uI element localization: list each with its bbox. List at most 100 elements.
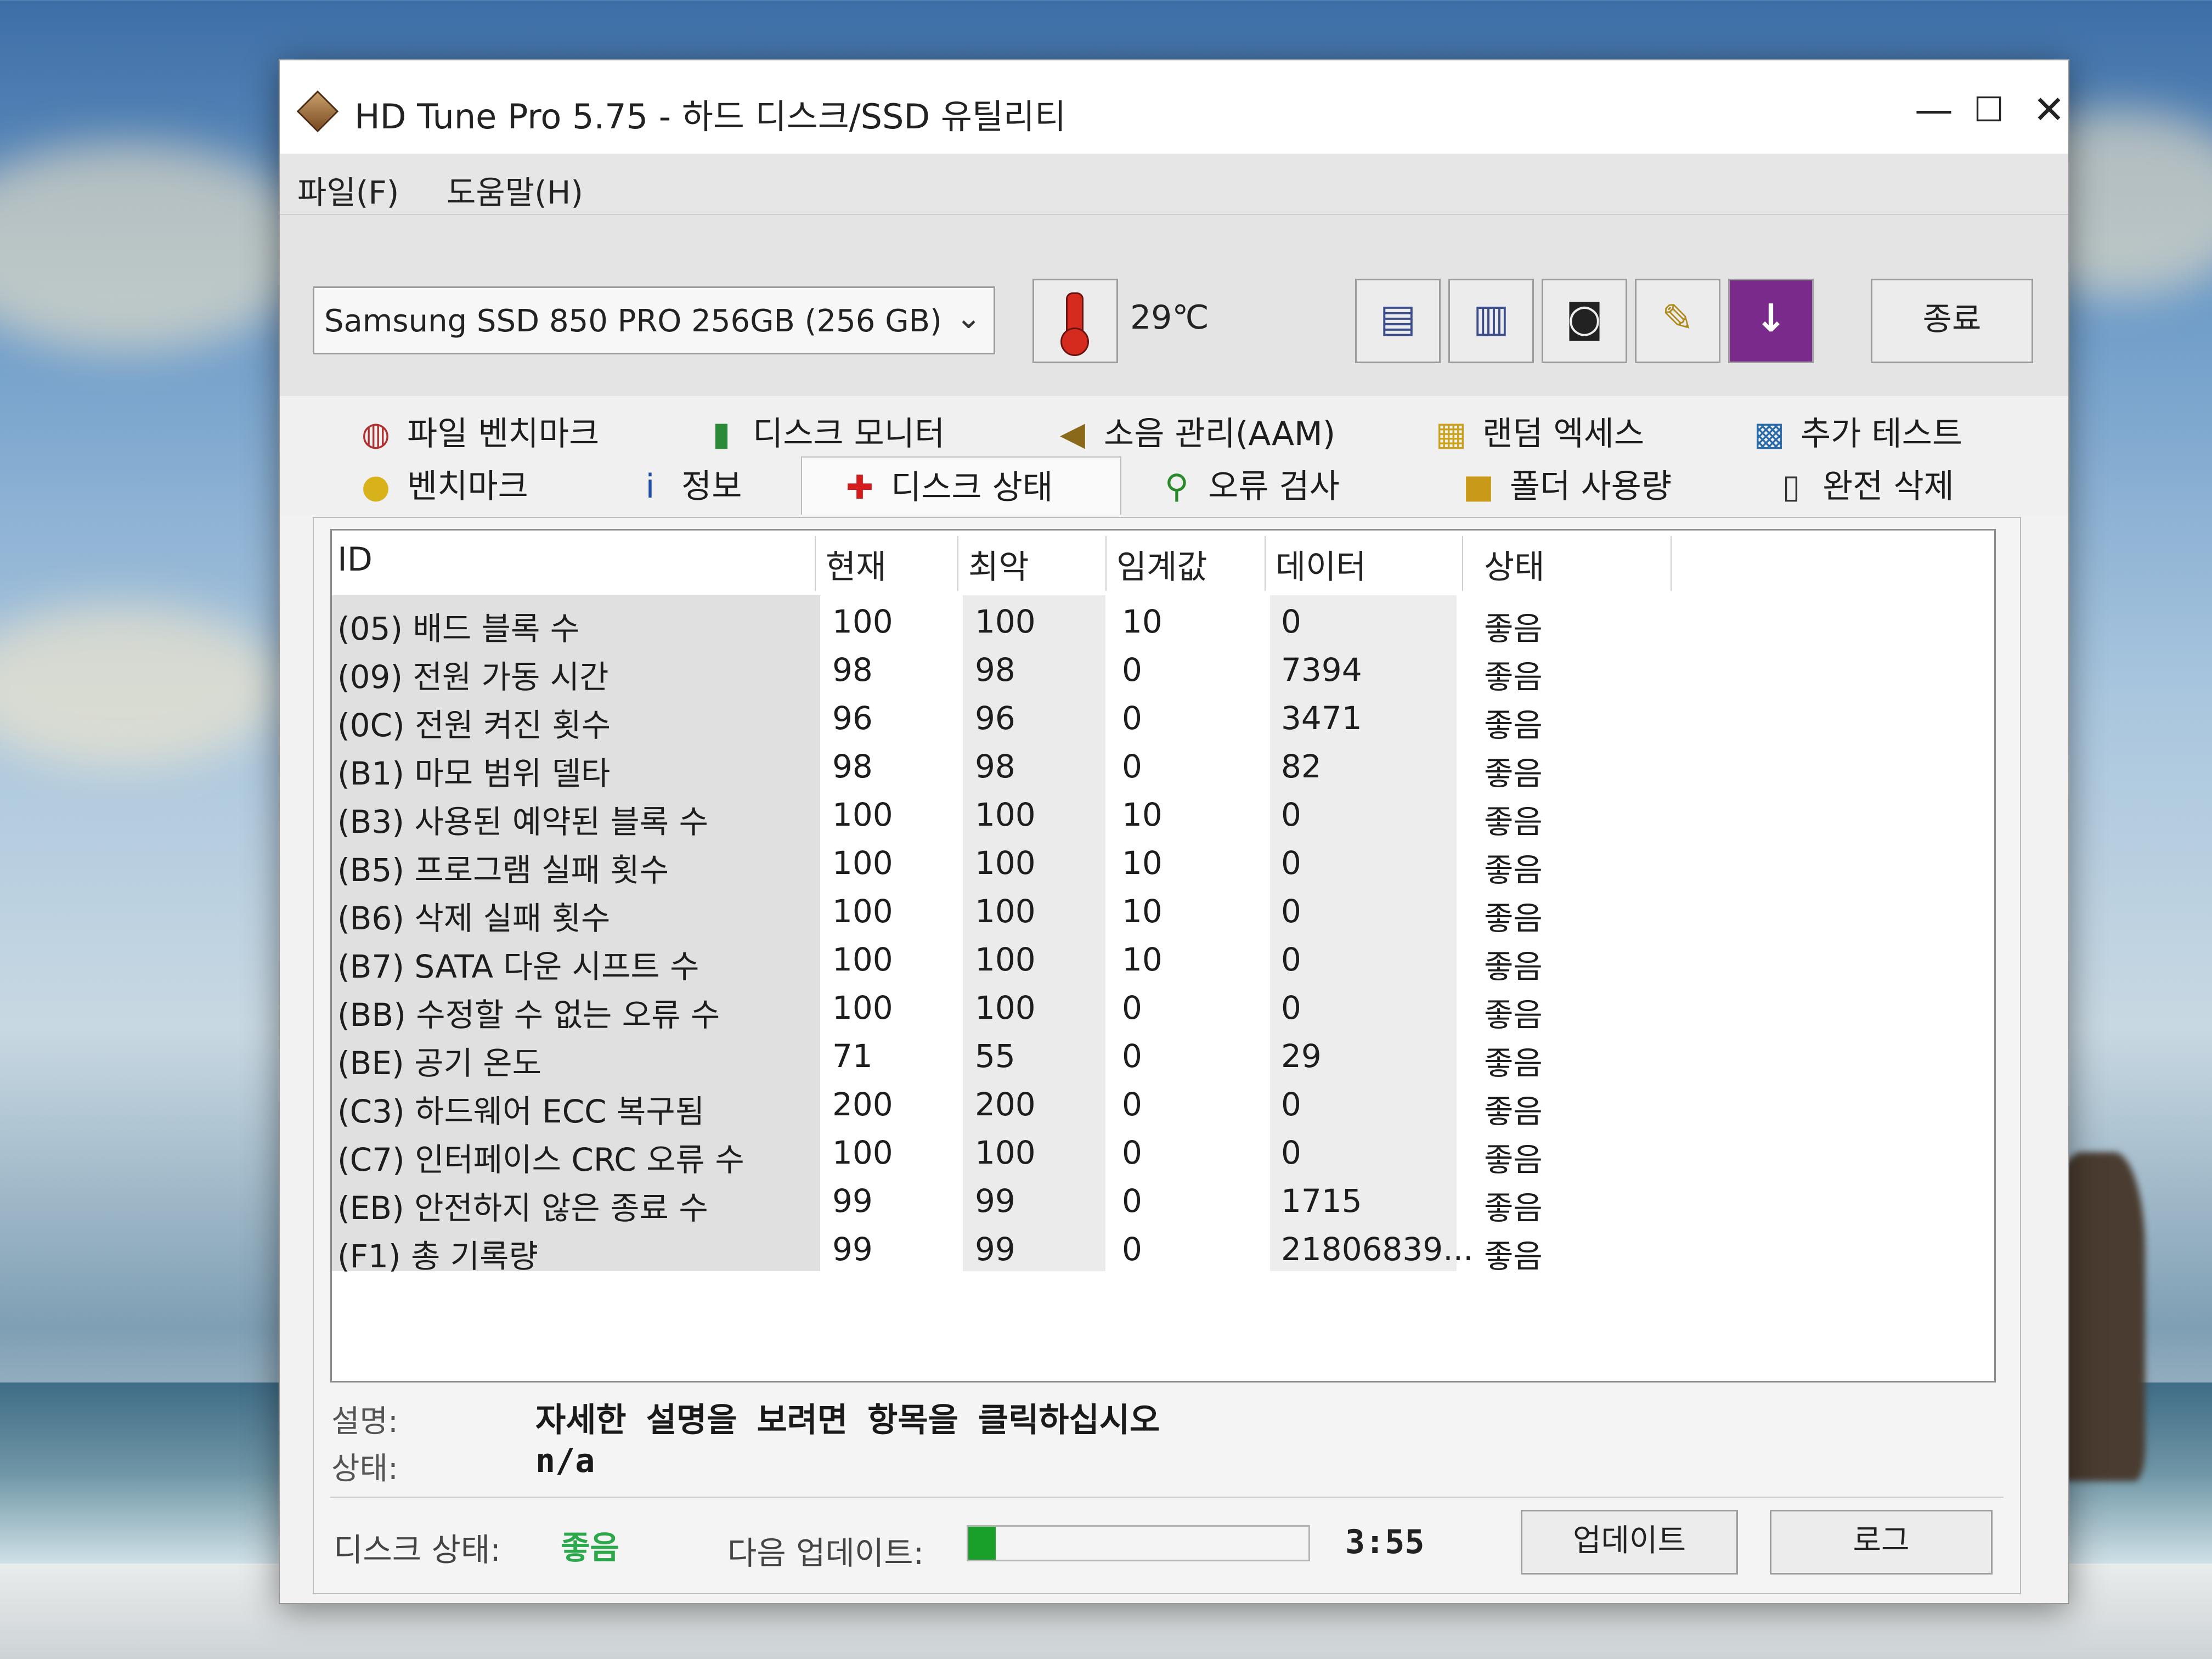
copy-text-icon: ▤ <box>1379 296 1417 341</box>
cell-id: (B7) SATA 다운 시프트 수 <box>337 948 699 985</box>
tab-noise-aam[interactable]: ◀ 소음 관리(AAM) <box>1053 407 1335 461</box>
drive-select[interactable]: Samsung SSD 850 PRO 256GB (256 GB) ⌄ <box>313 286 995 354</box>
health-cross-icon: ✚ <box>845 469 874 507</box>
tab-label: 추가 테스트 <box>1801 415 1963 453</box>
chevron-down-icon: ⌄ <box>956 300 981 336</box>
cell-current: 100 <box>832 893 893 930</box>
options-button[interactable]: ✎ <box>1635 279 1720 363</box>
cell-id: (B3) 사용된 예약된 블록 수 <box>337 803 708 840</box>
table-row[interactable]: (B5) 프로그램 실패 횟수 100 100 10 0 좋음 <box>332 837 1994 889</box>
tab-label: 디스크 상태 <box>891 469 1053 507</box>
cell-id: (05) 배드 블록 수 <box>337 610 580 647</box>
tab-label: 폴더 사용량 <box>1510 467 1672 506</box>
tab-disk-monitor[interactable]: ▮ 디스크 모니터 <box>702 407 945 461</box>
column-separator <box>1671 536 1672 591</box>
table-row[interactable]: (F1) 총 기록량 99 99 0 21806839... 좋음 <box>332 1223 1994 1275</box>
table-row[interactable]: (B7) SATA 다운 시프트 수 100 100 10 0 좋음 <box>332 933 1994 985</box>
progress-fill <box>968 1527 996 1560</box>
column-header-threshold[interactable]: 임계값 <box>1116 540 1207 588</box>
cell-id: (F1) 총 기록량 <box>337 1238 538 1275</box>
copy-screen-button[interactable]: ▥ <box>1448 279 1534 363</box>
tab-folder-usage[interactable]: ■ 폴더 사용량 <box>1459 460 1672 514</box>
log-button[interactable]: 로그 <box>1770 1510 1993 1575</box>
cell-id: (B1) 마모 범위 델타 <box>337 755 611 792</box>
column-header-worst[interactable]: 최악 <box>968 540 1029 588</box>
cell-current: 100 <box>832 603 893 640</box>
save-down-button[interactable]: ↓ <box>1728 279 1814 363</box>
tab-file-benchmark[interactable]: ◍ 파일 벤치마크 <box>357 407 599 461</box>
column-separator <box>1265 536 1266 591</box>
cell-threshold: 0 <box>1122 651 1142 689</box>
tab-random-access[interactable]: ▦ 랜덤 엑세스 <box>1432 407 1644 461</box>
table-row[interactable]: (0C) 전원 켜진 횟수 96 96 0 3471 좋음 <box>332 692 1994 744</box>
trash-icon: ▯ <box>1782 467 1801 506</box>
next-update-progress <box>967 1525 1310 1561</box>
screenshot-button[interactable]: ◙ <box>1542 279 1627 363</box>
cell-current: 96 <box>832 699 873 737</box>
cell-id: (BB) 수정할 수 없는 오류 수 <box>337 996 720 1034</box>
cell-id: (EB) 안전하지 않은 종료 수 <box>337 1189 708 1227</box>
cell-status: 좋음 <box>1484 996 1543 1034</box>
menu-file[interactable]: 파일(F) <box>297 167 399 213</box>
tab-disk-health[interactable]: ✚ 디스크 상태 <box>801 456 1121 515</box>
tab-error-scan[interactable]: ⚲ 오류 검사 <box>1158 460 1340 514</box>
table-row[interactable]: (BB) 수정할 수 없는 오류 수 100 100 0 0 좋음 <box>332 981 1994 1034</box>
menu-help[interactable]: 도움말(H) <box>447 167 583 213</box>
disk-status-label: 디스크 상태: <box>334 1531 501 1568</box>
table-row[interactable]: (05) 배드 블록 수 100 100 10 0 좋음 <box>332 595 1994 647</box>
cell-status: 좋음 <box>1484 1093 1543 1130</box>
cell-data: 0 <box>1281 796 1301 833</box>
cell-threshold: 0 <box>1122 1086 1142 1123</box>
table-row[interactable]: (C7) 인터페이스 CRC 오류 수 100 100 0 0 좋음 <box>332 1126 1994 1178</box>
cell-data: 1715 <box>1281 1182 1362 1220</box>
column-header-current[interactable]: 현재 <box>826 540 886 588</box>
cell-current: 100 <box>832 989 893 1026</box>
app-icon <box>296 90 339 133</box>
table-row[interactable]: (EB) 안전하지 않은 종료 수 99 99 0 1715 좋음 <box>332 1175 1994 1227</box>
table-row[interactable]: (B3) 사용된 예약된 블록 수 100 100 10 0 좋음 <box>332 788 1994 840</box>
tab-extra-tests[interactable]: ▩ 추가 테스트 <box>1750 407 1962 461</box>
exit-button[interactable]: 종료 <box>1871 279 2033 363</box>
cell-id: (BE) 공기 온도 <box>337 1045 542 1082</box>
temperature-button[interactable] <box>1032 279 1118 363</box>
tab-label: 파일 벤치마크 <box>407 415 600 453</box>
cell-threshold: 10 <box>1122 893 1163 930</box>
tab-strip: ◍ 파일 벤치마크 ▮ 디스크 모니터 ◀ 소음 관리(AAM) ▦ 랜덤 엑세스 ▩ 추… <box>280 396 2068 516</box>
tab-label: 정보 <box>681 467 742 506</box>
cell-threshold: 10 <box>1122 796 1163 833</box>
cell-status: 좋음 <box>1484 900 1543 937</box>
tab-info[interactable]: i 정보 <box>631 460 742 514</box>
column-separator <box>1462 536 1463 591</box>
table-row[interactable]: (B1) 마모 범위 델타 98 98 0 82 좋음 <box>332 740 1994 792</box>
screenshot-icon: ◙ <box>1566 296 1603 341</box>
cell-data: 0 <box>1281 603 1301 640</box>
minimize-button[interactable]: — <box>1904 82 1964 137</box>
table-row[interactable]: (C3) 하드웨어 ECC 복구됨 200 200 0 0 좋음 <box>332 1078 1994 1130</box>
update-button[interactable]: 업데이트 <box>1521 1510 1738 1575</box>
cell-threshold: 0 <box>1122 699 1142 737</box>
table-row[interactable]: (BE) 공기 온도 71 55 0 29 좋음 <box>332 1030 1994 1082</box>
column-header-data[interactable]: 데이터 <box>1276 540 1367 588</box>
cell-worst: 96 <box>975 699 1015 737</box>
close-button[interactable]: ✕ <box>2019 82 2079 137</box>
cell-current: 100 <box>832 844 893 882</box>
table-row[interactable]: (09) 전원 가동 시간 98 98 0 7394 좋음 <box>332 644 1994 696</box>
cell-status: 좋음 <box>1484 1141 1543 1178</box>
tab-label: 오류 검사 <box>1208 467 1340 506</box>
column-header-status[interactable]: 상태 <box>1484 540 1544 588</box>
extra-tests-icon: ▩ <box>1753 415 1785 453</box>
cell-data: 29 <box>1281 1037 1322 1075</box>
column-header-id[interactable]: ID <box>337 540 373 579</box>
cell-current: 99 <box>832 1182 873 1220</box>
cell-current: 100 <box>832 796 893 833</box>
cell-current: 71 <box>832 1037 873 1075</box>
smart-table[interactable]: ID 현재 최악 임계값 데이터 상태 (05) 배드 블록 수 100 100 10… <box>330 529 1996 1383</box>
cell-worst: 200 <box>975 1086 1036 1123</box>
tab-secure-erase[interactable]: ▯ 완전 삭제 <box>1772 460 1954 514</box>
tab-label: 디스크 모니터 <box>753 415 945 453</box>
maximize-button[interactable]: ☐ <box>1959 82 2019 137</box>
tab-benchmark[interactable]: ● 벤치마크 <box>357 460 528 514</box>
table-row[interactable]: (B6) 삭제 실패 횟수 100 100 10 0 좋음 <box>332 885 1994 937</box>
copy-text-button[interactable]: ▤ <box>1355 279 1441 363</box>
cell-current: 200 <box>832 1086 893 1123</box>
